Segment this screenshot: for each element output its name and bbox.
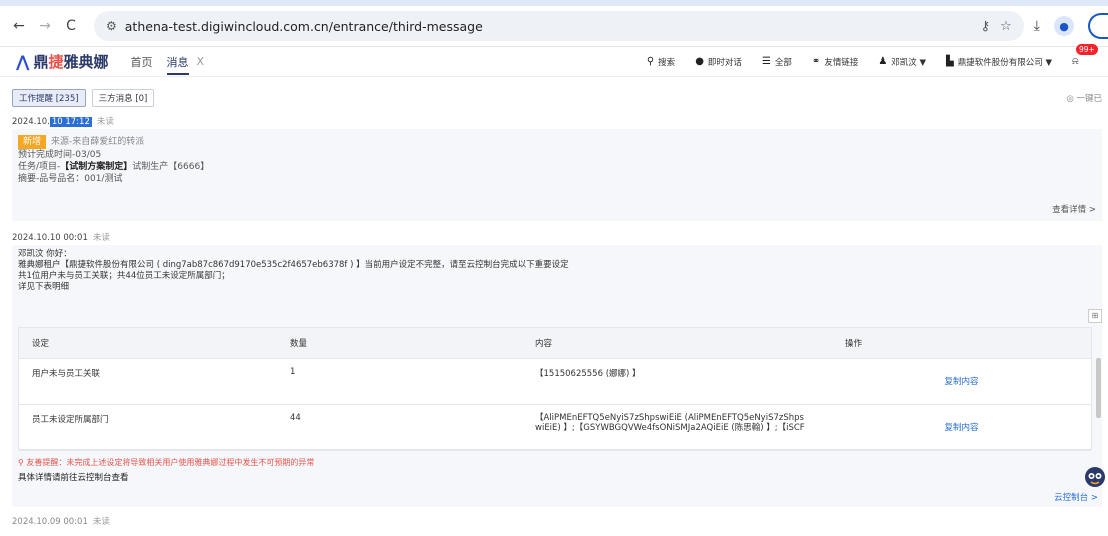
cloud-tip-text: 具体详情请前往云控制台查看 <box>18 473 129 483</box>
links-label: 友情链接 <box>824 57 859 68</box>
column-header: 操作 <box>832 328 1091 359</box>
user-icon: ♟ <box>878 56 888 67</box>
chat-button[interactable]: ● 即时对话 <box>695 56 742 68</box>
user-menu[interactable]: ♟ 邓凯汶 ▼ <box>878 56 926 68</box>
date-text: 2024.10.10 00:01 <box>12 233 88 243</box>
warning-label: 友善提醒：未完成上述设定将导致相关用户使用雅典娜过程中发生不可预期的异常 <box>26 458 315 467</box>
link-icon: ⚭ <box>811 56 821 67</box>
password-key-icon[interactable]: ⚷ <box>981 19 991 34</box>
logo-text-part1: 鼎 <box>33 53 49 71</box>
cell-count: 44 <box>277 404 522 451</box>
greeting-text: 邓凯汶 你好： <box>18 249 72 259</box>
url-text[interactable]: athena-test.digiwincloud.com.cn/entrance… <box>125 19 971 34</box>
assistant-robot-icon[interactable] <box>1084 466 1106 488</box>
table-row: 用户未与员工关联 1 【15150625556 (娜娜) 】 复制内容 <box>19 358 1091 405</box>
forward-icon[interactable]: → <box>34 15 56 37</box>
nav-tab-messages[interactable]: 消息 <box>166 54 189 75</box>
body-text-1: 雅典娜租户【鼎捷软件股份有限公司 ( ding7ab87c867d9170e53… <box>18 260 569 270</box>
task-bold: 【试制方案制定】 <box>60 162 133 172</box>
links-button[interactable]: ⚭ 友情链接 <box>812 56 858 68</box>
warning-text: ⚲ 友善提醒：未完成上述设定将导致相关用户使用雅典娜过程中发生不可预期的异常 <box>18 457 314 468</box>
app-header: ⋀ 鼎捷雅典娜 首页 消息 X ⚲ 搜索 ● 即时对话 ☰ 全部 ⚭ 友情链接 ♟ 邓凯汶… <box>0 44 1108 77</box>
body-text-2: 共1位用户未与员工关联；共44位员工未设定所属部门； <box>18 271 230 281</box>
copy-content-link[interactable]: 复制内容 <box>944 423 978 433</box>
logo-text-part2: 雅典娜 <box>63 53 109 71</box>
browser-tab-strip <box>0 0 1108 6</box>
new-tag: 新增 <box>18 135 47 149</box>
view-detail-link[interactable]: 查看详情 > <box>1052 203 1096 215</box>
logo-text-accent: 捷 <box>48 53 64 71</box>
extension-edge-icon[interactable] <box>1088 13 1108 39</box>
user-name: 邓凯汶 ▼ <box>891 57 927 68</box>
notification-button[interactable]: ⍾ 99+ <box>1072 44 1098 67</box>
download-icon[interactable]: ⤓ <box>1034 18 1040 34</box>
source-text: 来源-来自薛爱红的转派 <box>51 137 145 147</box>
mark-all-read-button[interactable]: ◎ 一键已 <box>1066 92 1102 104</box>
unread-label: 未读 <box>96 117 114 127</box>
bell-icon: ⍾ <box>1072 56 1079 67</box>
cloud-console-link[interactable]: 云控制台 > <box>1054 491 1098 503</box>
site-info-icon[interactable]: ⚙ <box>106 19 117 33</box>
date-prefix: 2024.10. <box>12 117 50 127</box>
search-label: 搜索 <box>658 57 676 68</box>
cell-setting: 用户未与员工关联 <box>19 358 277 405</box>
message-card[interactable]: 邓凯汶 你好： 雅典娜租户【鼎捷软件股份有限公司 ( ding7ab87c867… <box>12 245 1102 507</box>
message-tabs: 工作提醒 [235] 三方消息 [0] ◎ 一键已 <box>12 83 1102 113</box>
cell-content: 【AliPMEnEFTQ5eNyiS7zShpswiEiE (AliPMEnEF… <box>522 404 832 451</box>
bookmark-star-icon[interactable]: ☆ <box>1000 19 1012 34</box>
task-text: 任务/项目-【试制方案制定】试制生产【6666】 <box>18 161 1096 173</box>
tab-work-reminder[interactable]: 工作提醒 [235] <box>12 89 86 107</box>
column-header: 数量 <box>277 328 522 359</box>
search-button[interactable]: ⚲ 搜索 <box>647 56 675 68</box>
column-header: 设定 <box>19 328 277 359</box>
app-logo[interactable]: ⋀ 鼎捷雅典娜 <box>16 51 109 72</box>
back-icon[interactable]: ← <box>8 15 30 37</box>
due-text: 预计完成时间-03/05 <box>18 150 102 160</box>
table-header-row: 设定 数量 内容 操作 <box>19 328 1091 359</box>
profile-avatar-icon[interactable]: ● <box>1054 16 1074 36</box>
all-label: 全部 <box>774 57 792 68</box>
message-card[interactable]: 新增 来源-来自薛爱红的转派 预计完成时间-03/05 任务/项目-【试制方案制定… <box>12 129 1102 221</box>
task-rest: 试制生产【6666】 <box>132 162 210 172</box>
nav-tab-home[interactable]: 首页 <box>131 54 153 70</box>
column-settings-icon[interactable]: ⊞ <box>1088 309 1102 323</box>
cell-count: 1 <box>277 358 522 405</box>
cell-setting: 员工未设定所属部门 <box>19 404 277 451</box>
address-bar[interactable]: ⚙ athena-test.digiwincloud.com.cn/entran… <box>94 11 1024 41</box>
company-name: 鼎捷软件股份有限公司 ▼ <box>957 57 1052 68</box>
date-text: 2024.10.09 00:01 <box>12 517 88 527</box>
unread-label: 未读 <box>92 233 110 243</box>
column-header: 内容 <box>522 328 832 359</box>
browser-toolbar: ← → C ⚙ athena-test.digiwincloud.com.cn/… <box>0 6 1108 47</box>
message-date: 2024.10.09 00:01 未读 <box>12 515 1102 529</box>
settings-table: 设定 数量 内容 操作 用户未与员工关联 1 【15150625556 (娜娜)… <box>18 327 1101 451</box>
tab-third-party[interactable]: 三方消息 [0] <box>91 89 155 107</box>
chat-label: 即时对话 <box>707 57 742 68</box>
building-icon: ▙ <box>946 56 954 67</box>
message-content: 工作提醒 [235] 三方消息 [0] ◎ 一键已 2024.10. 10 17:… <box>0 83 1108 529</box>
message-date: 2024.10. 10 17:12 未读 <box>12 115 1102 129</box>
close-tab-icon[interactable]: X <box>197 55 205 68</box>
reload-icon[interactable]: C <box>60 15 82 37</box>
task-prefix: 任务/项目- <box>18 162 61 172</box>
body-text-3: 详见下表明细 <box>18 282 70 292</box>
table-scrollbar[interactable] <box>1096 358 1101 418</box>
logo-mark-icon: ⋀ <box>16 52 30 71</box>
table-row: 员工未设定所属部门 44 【AliPMEnEFTQ5eNyiS7zShpswiE… <box>19 404 1091 451</box>
chat-icon: ● <box>695 56 704 67</box>
search-icon: ⚲ <box>646 56 655 67</box>
summary-text: 摘要-品号品名：001/测试 <box>18 174 123 184</box>
unread-label: 未读 <box>92 517 110 527</box>
cell-content: 【15150625556 (娜娜) 】 <box>522 358 832 405</box>
copy-content-link[interactable]: 复制内容 <box>944 377 978 387</box>
all-menu-button[interactable]: ☰ 全部 <box>762 56 792 68</box>
menu-icon: ☰ <box>761 56 771 67</box>
company-menu[interactable]: ▙ 鼎捷软件股份有限公司 ▼ <box>946 56 1052 68</box>
date-highlight: 10 17:12 <box>49 117 92 127</box>
notification-badge: 99+ <box>1076 44 1098 55</box>
message-date: 2024.10.10 00:01 未读 <box>12 231 1102 245</box>
